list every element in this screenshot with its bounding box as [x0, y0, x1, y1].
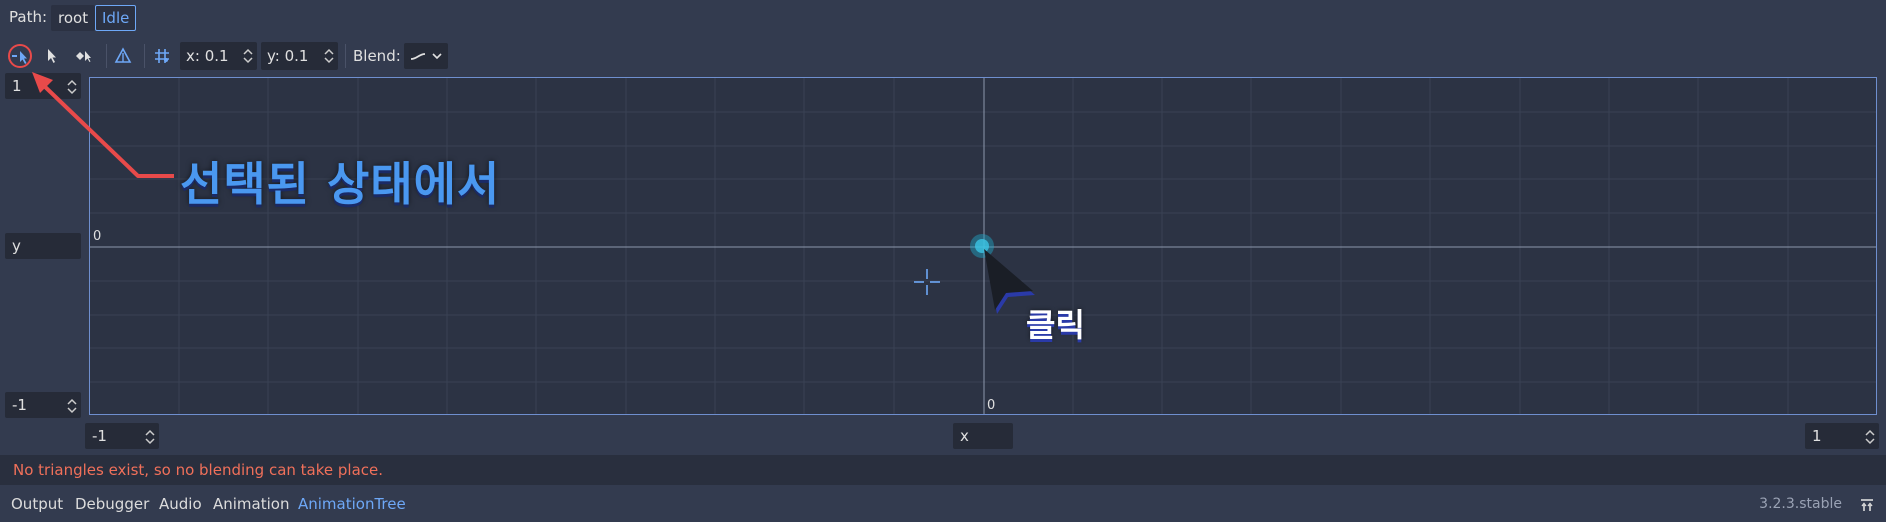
highlight-circle [8, 44, 32, 68]
annotation-click: 클릭 [1026, 306, 1085, 344]
annotation-overlay [8, 44, 1035, 314]
annotation-arrow [38, 80, 174, 178]
annotation-selected-state: 선택된 상태에서 [180, 157, 501, 211]
